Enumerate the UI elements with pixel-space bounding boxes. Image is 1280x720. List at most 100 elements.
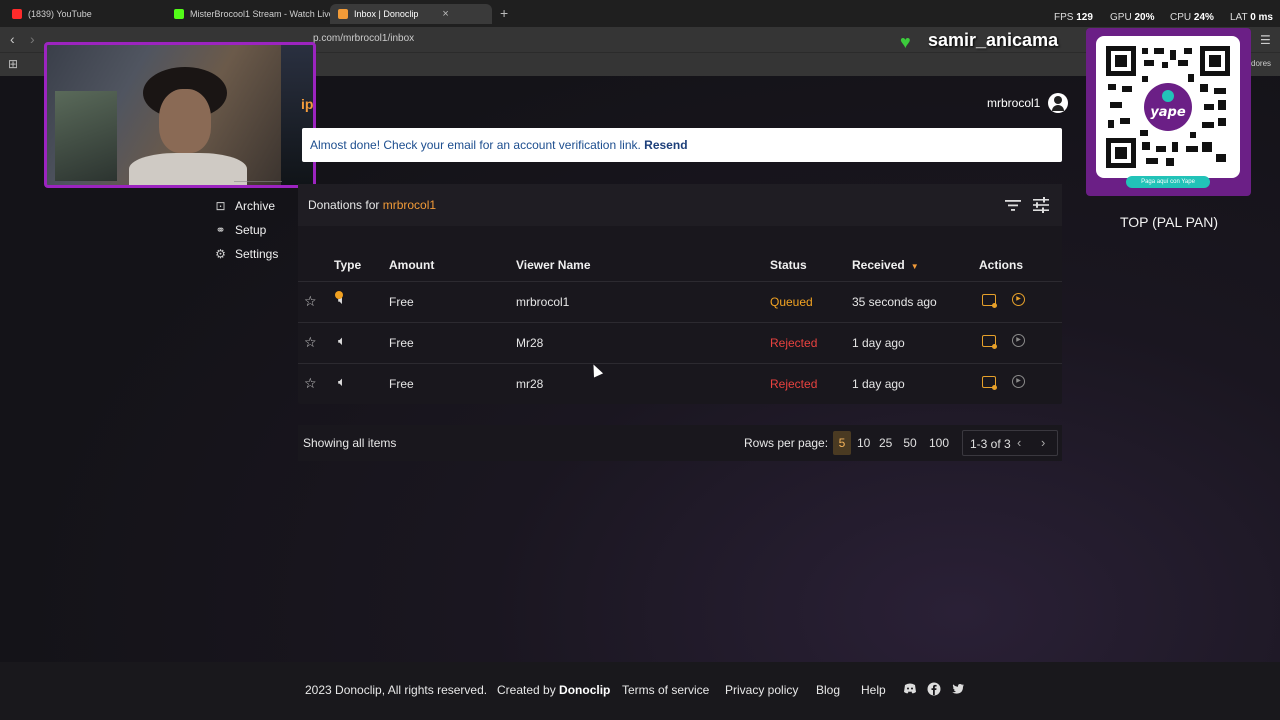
discord-icon[interactable] xyxy=(903,682,917,696)
column-actions: Actions xyxy=(979,258,1024,272)
tab-label: MisterBrocool1 Stream - Watch Live xyxy=(190,9,334,19)
new-indicator xyxy=(335,291,343,299)
url-field[interactable]: p.com/mrbrocol1/inbox xyxy=(313,33,414,44)
page-size-100[interactable]: 100 xyxy=(925,431,951,455)
play-icon[interactable]: ▶ xyxy=(1012,293,1025,306)
tab-donoclip[interactable]: Inbox | Donoclip × xyxy=(330,4,492,24)
columns-settings-icon[interactable] xyxy=(1032,196,1050,214)
panel-header: Donations for mrbrocol1 xyxy=(298,184,1062,226)
row-amount: Free xyxy=(389,377,414,391)
link-icon: ⚭ xyxy=(215,222,226,237)
donations-panel: Donations for mrbrocol1 Type Amount View… xyxy=(298,184,1062,404)
bookmarks-folder[interactable]: dores xyxy=(1251,59,1271,68)
qr-code: yape xyxy=(1096,36,1240,178)
archive-icon: ⊡ xyxy=(215,198,226,213)
page-size-25[interactable]: 25 xyxy=(875,431,895,455)
gear-icon: ⚙ xyxy=(215,246,226,261)
webcam-shirt xyxy=(129,153,247,185)
table-row[interactable]: ☆ 🔈︎ Free mrbrocol1 Queued 35 seconds ag… xyxy=(298,281,1062,322)
svg-text:yape: yape xyxy=(1150,105,1186,120)
kick-icon xyxy=(174,9,184,19)
webcam-window xyxy=(281,45,313,185)
speaker-icon: 🔈︎ xyxy=(338,374,346,389)
username: mrbrocol1 xyxy=(987,96,1041,110)
chevron-left-icon[interactable]: ‹ xyxy=(1017,435,1021,450)
row-viewer: mrbrocol1 xyxy=(516,295,570,309)
copyright: 2023 Donoclip, All rights reserved. xyxy=(305,683,488,697)
status-badge: Rejected xyxy=(770,377,818,391)
user-menu[interactable]: mrbrocol1 xyxy=(987,93,1069,113)
tab-kick[interactable]: MisterBrocool1 Stream - Watch Live xyxy=(166,4,342,24)
donation-top-label: TOP (PAL PAN) xyxy=(1119,214,1219,230)
table-row[interactable]: ☆ 🔈︎ Free Mr28 Rejected 1 day ago ▶ xyxy=(298,322,1062,363)
new-tab-button[interactable]: + xyxy=(500,5,508,21)
qr-code-pattern: yape xyxy=(1106,46,1230,168)
back-icon[interactable]: ‹ xyxy=(10,31,15,47)
page-size-10[interactable]: 10 xyxy=(853,431,871,455)
forward-icon[interactable]: › xyxy=(30,31,35,47)
filter-icon[interactable] xyxy=(1004,196,1022,214)
status-badge: Queued xyxy=(770,295,813,309)
streamer-name: samir_anicama xyxy=(928,30,1059,50)
apps-grid-icon[interactable]: ⊞ xyxy=(8,57,18,71)
site-footer: 2023 Donoclip, All rights reserved. Crea… xyxy=(0,662,1280,720)
sidebar-item-label: Archive xyxy=(235,199,276,213)
privacy-link[interactable]: Privacy policy xyxy=(725,683,798,697)
browser-menu-icon[interactable]: ☰ xyxy=(1260,33,1271,47)
donoclip-icon xyxy=(338,9,348,19)
column-received[interactable]: Received ▼ xyxy=(852,258,919,272)
row-received: 1 day ago xyxy=(852,336,905,350)
sidebar-item-settings[interactable]: ⚙ Settings xyxy=(214,247,278,261)
webcam-face xyxy=(159,89,211,153)
chevron-right-icon[interactable]: › xyxy=(1041,435,1045,450)
help-link[interactable]: Help xyxy=(861,683,886,697)
page-size-5[interactable]: 5 xyxy=(833,431,851,455)
blog-link[interactable]: Blog xyxy=(816,683,840,697)
status-badge: Rejected xyxy=(770,336,818,350)
sidebar-item-archive[interactable]: ⊡ Archive xyxy=(214,199,275,213)
row-viewer: Mr28 xyxy=(516,336,544,350)
page-size-50[interactable]: 50 xyxy=(899,431,921,455)
cpu-readout: CPU 24% xyxy=(1170,12,1214,23)
star-icon[interactable]: ☆ xyxy=(304,334,317,351)
star-icon[interactable]: ☆ xyxy=(304,375,317,392)
pagination-bar: Showing all items Rows per page: 5 10 25… xyxy=(298,425,1062,461)
latency-readout: LAT 0 ms xyxy=(1230,12,1273,23)
facebook-icon[interactable] xyxy=(927,682,941,696)
resend-link[interactable]: Resend xyxy=(644,138,687,152)
heart-icon: ♥ xyxy=(900,32,911,52)
sort-desc-icon: ▼ xyxy=(910,262,919,271)
terms-link[interactable]: Terms of service xyxy=(622,683,709,697)
yape-qr-card: yape Paga aquí con Yape xyxy=(1086,28,1251,196)
verification-banner: Almost done! Check your email for an acc… xyxy=(302,128,1062,162)
play-icon[interactable]: ▶ xyxy=(1012,334,1025,347)
page-range-label: 1-3 of 3 xyxy=(970,437,1011,451)
qr-caption: Paga aquí con Yape xyxy=(1126,176,1210,188)
table-row[interactable]: ☆ 🔈︎ Free mr28 Rejected 1 day ago ▶ xyxy=(298,363,1062,404)
twitter-icon[interactable] xyxy=(951,682,965,696)
rows-per-page-label: Rows per page: xyxy=(744,436,829,450)
avatar-icon xyxy=(1048,93,1069,113)
tab-youtube[interactable]: (1839) YouTube xyxy=(4,4,100,24)
play-icon[interactable]: ▶ xyxy=(1012,375,1025,388)
sidebar-item-label: Setup xyxy=(235,223,267,237)
sidebar-hidden-item xyxy=(234,181,282,187)
approve-queue-icon[interactable] xyxy=(982,294,997,308)
speaker-icon: 🔈︎ xyxy=(335,291,346,308)
donoclip-logo[interactable]: ip xyxy=(301,96,313,112)
tab-label: (1839) YouTube xyxy=(28,9,92,19)
sidebar-item-setup[interactable]: ⚭ Setup xyxy=(214,223,266,237)
panel-title-user: mrbrocol1 xyxy=(382,198,437,212)
panel-title: Donations for mrbrocol1 xyxy=(308,198,437,212)
column-status: Status xyxy=(770,258,807,272)
approve-queue-icon[interactable] xyxy=(982,335,997,349)
approve-queue-icon[interactable] xyxy=(982,376,997,390)
speaker-icon: 🔈︎ xyxy=(338,333,346,348)
close-tab-icon[interactable]: × xyxy=(442,8,448,20)
row-received: 1 day ago xyxy=(852,377,905,391)
created-by[interactable]: Created by Donoclip xyxy=(497,683,610,697)
youtube-icon xyxy=(12,9,22,19)
star-icon[interactable]: ☆ xyxy=(304,293,317,310)
tab-label: Inbox | Donoclip xyxy=(354,9,419,19)
browser-tab-bar: (1839) YouTube MisterBrocool1 Stream - W… xyxy=(0,0,1280,27)
